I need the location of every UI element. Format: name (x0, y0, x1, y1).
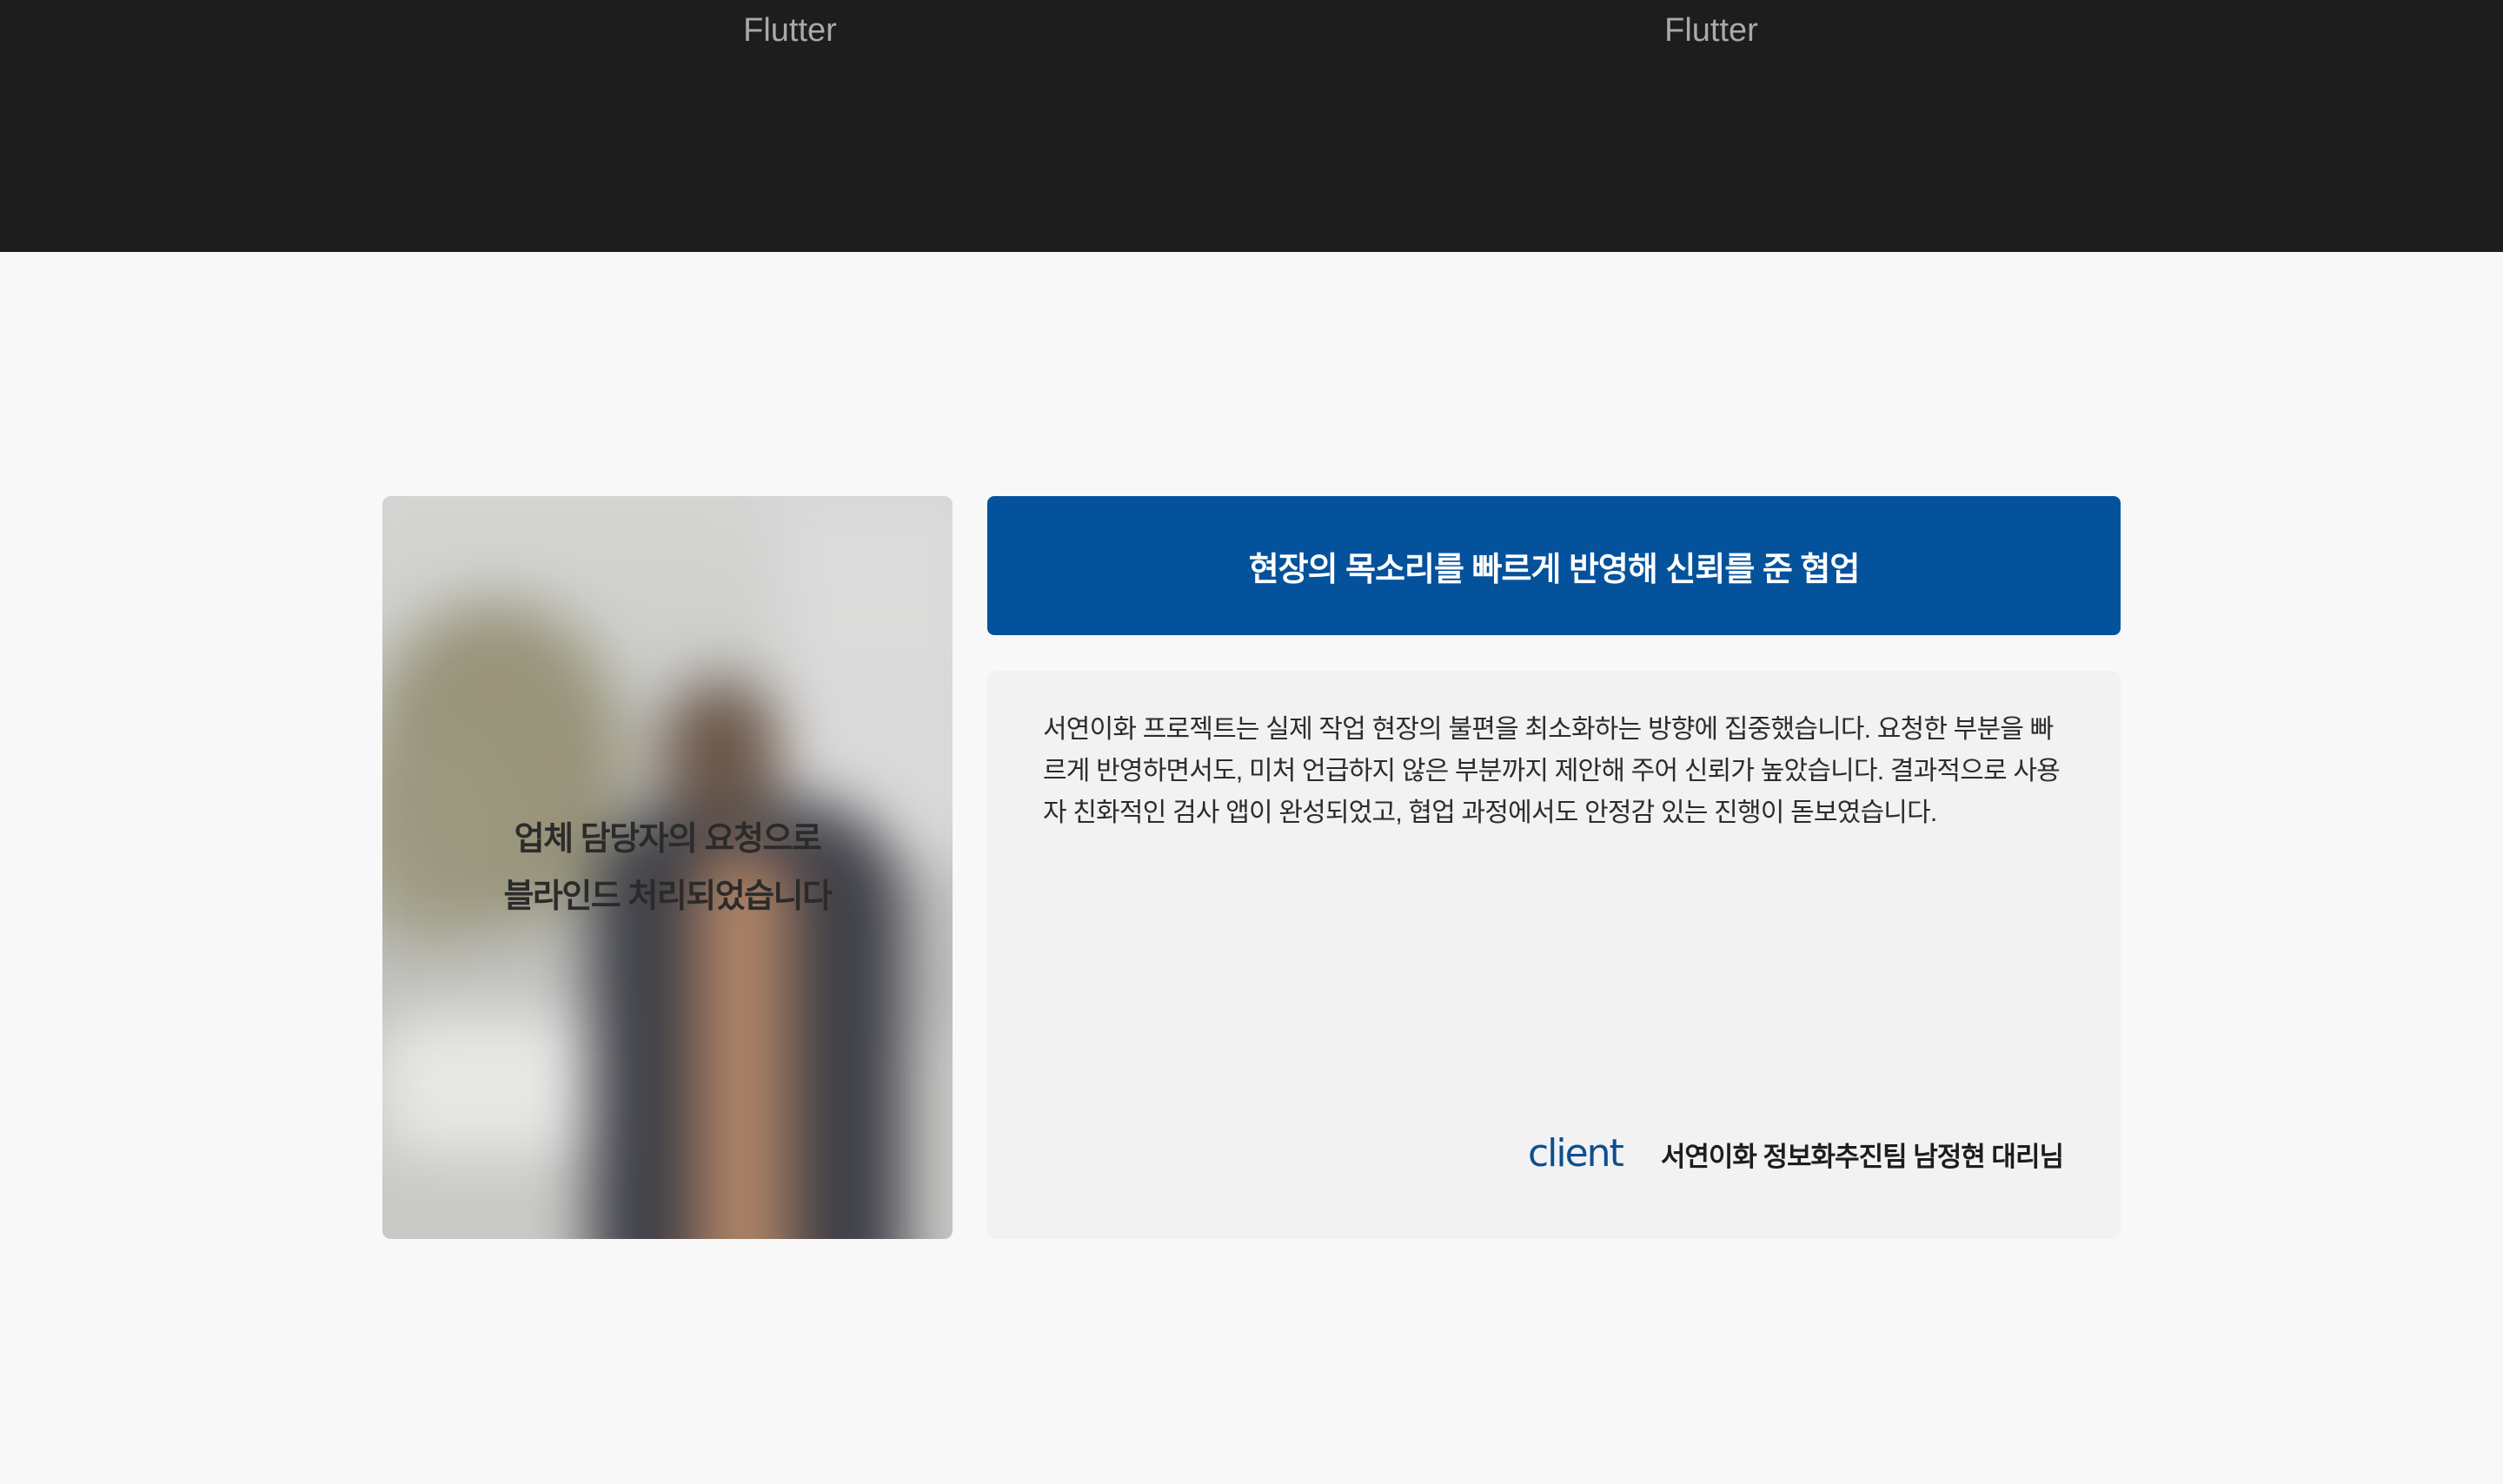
top-dark-band: Flutter Flutter (0, 0, 2503, 252)
testimonial-title: 현장의 목소리를 빠르게 반영해 신뢰를 준 협업 (1248, 551, 1861, 588)
client-attribution: client 서연이화 정보화추진팀 남정현 대리님 (1527, 1131, 2064, 1176)
tech-stack-label-left: Flutter (743, 12, 837, 49)
testimonial-title-banner: 현장의 목소리를 빠르게 반영해 신뢰를 준 협업 (987, 496, 2121, 635)
client-photo-card: 업체 담당자의 요청으로 블라인드 처리되었습니다 (382, 496, 953, 1239)
photo-caption-line-2: 블라인드 처리되었습니다 (503, 878, 833, 915)
photo-caption-line-1: 업체 담당자의 요청으로 (514, 820, 822, 858)
testimonial-box: 서연이화 프로젝트는 실제 작업 현장의 불편을 최소화하는 방향에 집중했습니… (987, 671, 2121, 1239)
tech-stack-label-right: Flutter (1664, 12, 1758, 49)
testimonial-body: 서연이화 프로젝트는 실제 작업 현장의 불편을 최소화하는 방향에 집중했습니… (1043, 715, 2061, 827)
client-name: 서연이화 정보화추진팀 남정현 대리님 (1660, 1142, 2064, 1172)
photo-blind-notice: 업체 담당자의 요청으로 블라인드 처리되었습니다 (382, 496, 953, 1239)
client-label: client (1527, 1131, 1624, 1176)
